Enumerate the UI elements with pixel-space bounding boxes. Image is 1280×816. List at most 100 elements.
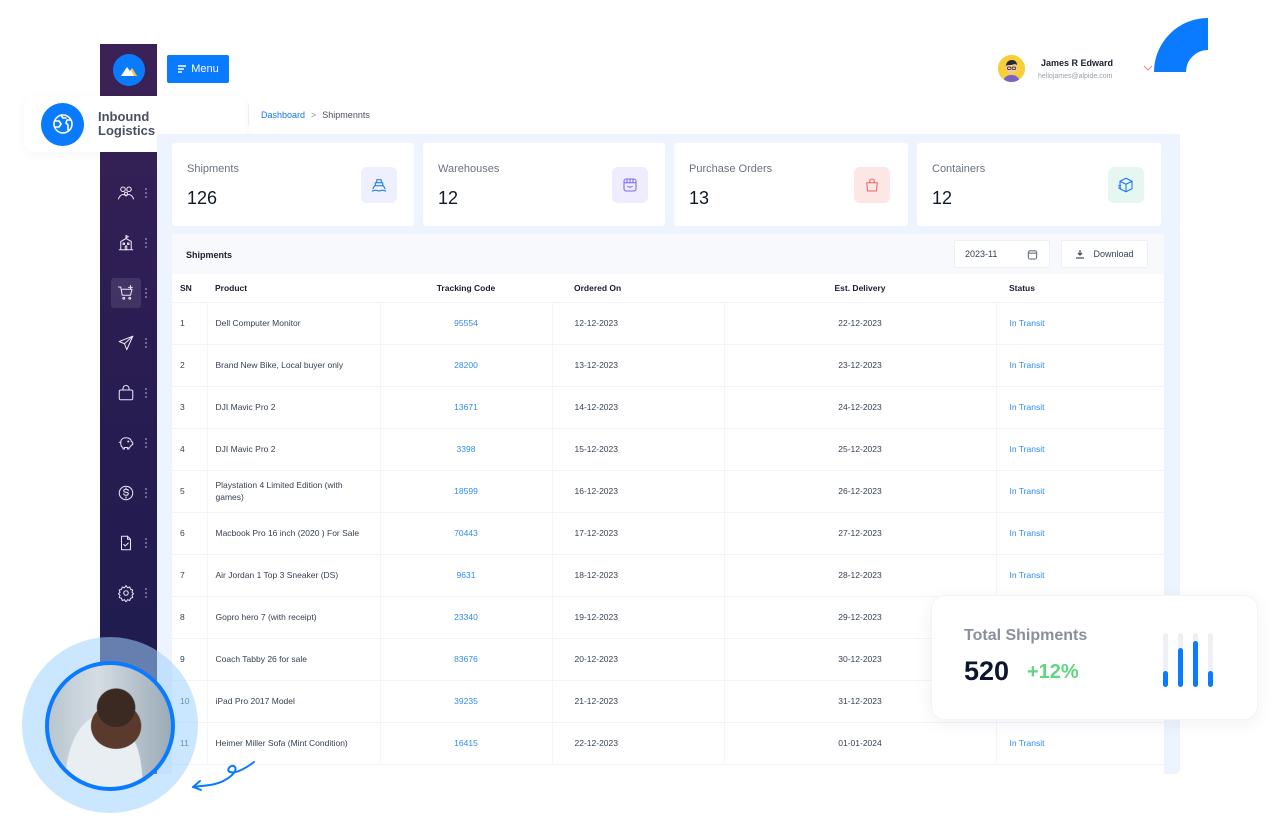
sidebar-item-send[interactable] bbox=[100, 318, 157, 368]
cell-ordered-on: 14-12-2023 bbox=[574, 402, 618, 412]
stat-card-containers[interactable]: Containers 12 bbox=[917, 143, 1161, 226]
tracking-code-link[interactable]: 16415 bbox=[454, 738, 478, 748]
tracking-code-link[interactable]: 95554 bbox=[454, 318, 478, 328]
cell-sn: 7 bbox=[180, 570, 185, 580]
hamburger-icon bbox=[178, 65, 187, 73]
stat-card-warehouses[interactable]: Warehouses 12 bbox=[423, 143, 665, 226]
status-link[interactable]: In Transit bbox=[1010, 318, 1045, 328]
more-icon[interactable] bbox=[145, 488, 148, 498]
download-button[interactable]: Download bbox=[1061, 240, 1148, 268]
sidebar-item-bag[interactable] bbox=[100, 368, 157, 418]
table-cell: In Transit bbox=[995, 302, 1164, 345]
table-row[interactable]: 7 Air Jordan 1 Top 3 Sneaker (DS) 9631 18-1… bbox=[172, 554, 1164, 597]
table-row[interactable]: 11Heimer Miller Sofa (Mint Condition)164… bbox=[172, 722, 1164, 765]
more-icon[interactable] bbox=[145, 538, 148, 548]
cell-product: Air Jordan 1 Top 3 Sneaker (DS) bbox=[215, 570, 339, 580]
status-link[interactable]: In Transit bbox=[1010, 402, 1045, 412]
column-header-status[interactable]: Status bbox=[996, 274, 1164, 303]
mini-bar-chart bbox=[1163, 633, 1223, 687]
tracking-code-link[interactable]: 9631 bbox=[457, 570, 476, 580]
tracking-code-link[interactable]: 13671 bbox=[454, 402, 478, 412]
table-cell: 24-12-2023 bbox=[723, 386, 996, 429]
app-logo[interactable] bbox=[100, 44, 157, 96]
sidebar-item-savings[interactable] bbox=[100, 418, 157, 468]
table-cell: Brand New Bike, Local buyer only bbox=[206, 344, 380, 387]
tracking-code-link[interactable]: 83676 bbox=[454, 654, 478, 664]
status-link[interactable]: In Transit bbox=[1010, 528, 1045, 538]
stat-card-shipments[interactable]: Shipments 126 bbox=[172, 143, 414, 226]
bar-track bbox=[1163, 633, 1168, 687]
table-cell: 18599 bbox=[379, 470, 552, 513]
sidebar-item-finance[interactable] bbox=[100, 468, 157, 518]
cell-est-delivery: 28-12-2023 bbox=[838, 570, 882, 580]
chevron-down-icon[interactable] bbox=[1143, 64, 1153, 72]
building-icon bbox=[111, 228, 141, 258]
cell-sn: 9 bbox=[180, 654, 185, 664]
more-icon[interactable] bbox=[145, 588, 148, 598]
table-cell: 39235 bbox=[379, 680, 552, 723]
status-link[interactable]: In Transit bbox=[1010, 444, 1045, 454]
table-cell: In Transit bbox=[995, 386, 1164, 429]
bar-track bbox=[1178, 633, 1183, 687]
more-icon[interactable] bbox=[145, 238, 148, 248]
more-icon[interactable] bbox=[145, 338, 148, 348]
column-header-est-delivery[interactable]: Est. Delivery bbox=[724, 274, 996, 303]
more-icon[interactable] bbox=[145, 288, 148, 298]
status-link[interactable]: In Transit bbox=[1010, 486, 1045, 496]
bar-fill bbox=[1163, 670, 1168, 687]
user-avatar bbox=[998, 55, 1025, 82]
sidebar-item-settings[interactable] bbox=[100, 568, 157, 618]
month-filter-value: 2023-11 bbox=[965, 249, 998, 259]
sidebar-item-cart[interactable] bbox=[100, 268, 157, 318]
sidebar-item-users[interactable] bbox=[100, 168, 157, 218]
table-row[interactable]: 3 DJI Mavic Pro 2 13671 14-12-2023 24-12-202… bbox=[172, 386, 1164, 429]
cell-sn: 8 bbox=[180, 612, 185, 622]
column-header-tracking-code[interactable]: Tracking Code bbox=[380, 274, 552, 303]
sidebar-item-documents[interactable] bbox=[100, 518, 157, 568]
status-link[interactable]: In Transit bbox=[1010, 360, 1045, 370]
table-row[interactable]: 2 Brand New Bike, Local buyer only 28200 13… bbox=[172, 344, 1164, 387]
sidebar-item-building[interactable] bbox=[100, 218, 157, 268]
table-cell: iPad Pro 2017 Model bbox=[206, 680, 380, 723]
breadcrumb-dashboard-link[interactable]: Dashboard bbox=[261, 110, 305, 120]
table-row[interactable]: 4 DJI Mavic Pro 2 3398 15-12-2023 25-12-2023… bbox=[172, 428, 1164, 471]
table-cell: DJI Mavic Pro 2 bbox=[206, 428, 380, 471]
stat-card-purchase-orders[interactable]: Purchase Orders 13 bbox=[674, 143, 908, 226]
status-link[interactable]: In Transit bbox=[1010, 738, 1045, 748]
column-header-ordered-on[interactable]: Ordered On bbox=[552, 274, 724, 303]
menu-button[interactable]: Menu bbox=[167, 55, 229, 83]
table-cell: 3398 bbox=[379, 428, 552, 471]
total-shipments-delta: +12% bbox=[1027, 661, 1079, 683]
more-icon[interactable] bbox=[145, 388, 148, 398]
tracking-code-link[interactable]: 3398 bbox=[457, 444, 476, 454]
column-header-sn[interactable]: SN bbox=[172, 274, 207, 303]
tracking-code-link[interactable]: 70443 bbox=[454, 528, 478, 538]
table-row[interactable]: 5 Playstation 4 Limited Edition (with gam… bbox=[172, 470, 1164, 513]
table-cell: 27-12-2023 bbox=[723, 512, 996, 555]
table-row[interactable]: 6 Macbook Pro 16 inch (2020 ) For Sale 704… bbox=[172, 512, 1164, 555]
cell-product: Brand New Bike, Local buyer only bbox=[215, 360, 344, 370]
table-cell: 23340 bbox=[379, 596, 552, 639]
column-header-product[interactable]: Product bbox=[207, 274, 380, 303]
breadcrumb-separator: > bbox=[311, 110, 317, 120]
more-icon[interactable] bbox=[145, 188, 148, 198]
tracking-code-link[interactable]: 39235 bbox=[454, 696, 478, 706]
status-link[interactable]: In Transit bbox=[1010, 570, 1045, 580]
table-row[interactable]: 1 Dell Computer Monitor 95554 12-12-2023 22-… bbox=[172, 302, 1164, 345]
month-filter-input[interactable]: 2023-11 bbox=[954, 240, 1050, 268]
tracking-code-link[interactable]: 28200 bbox=[454, 360, 478, 370]
table-cell: 13-12-2023 bbox=[551, 344, 724, 387]
table-cell: DJI Mavic Pro 2 bbox=[206, 386, 380, 429]
table-cell: 19-12-2023 bbox=[551, 596, 724, 639]
table-cell: 20-12-2023 bbox=[551, 638, 724, 681]
send-icon bbox=[111, 328, 141, 358]
squiggle-arrow-icon bbox=[192, 761, 255, 791]
document-check-icon bbox=[111, 528, 141, 558]
cell-product: DJI Mavic Pro 2 bbox=[215, 444, 276, 454]
user-profile[interactable]: James R Edward hellojames@alpide.com bbox=[998, 55, 1113, 82]
tracking-code-link[interactable]: 23340 bbox=[454, 612, 478, 622]
total-shipments-value: 520 bbox=[964, 656, 1010, 686]
more-icon[interactable] bbox=[145, 438, 148, 448]
cell-product: Dell Computer Monitor bbox=[215, 318, 301, 328]
tracking-code-link[interactable]: 18599 bbox=[454, 486, 478, 496]
